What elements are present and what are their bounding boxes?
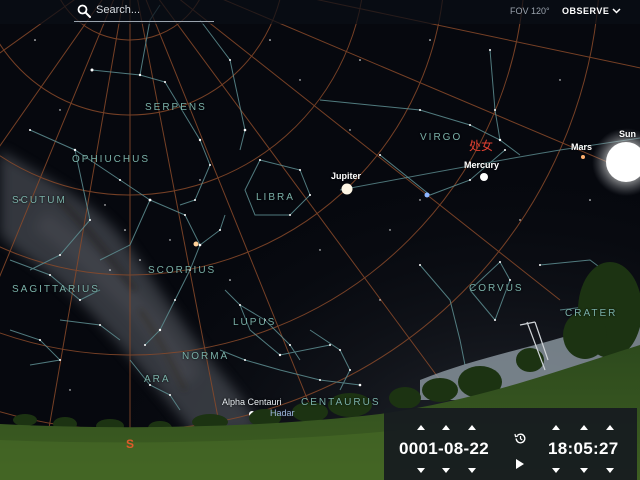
jupiter-marker xyxy=(341,183,353,195)
mercury-marker xyxy=(480,173,488,181)
object-label-sun[interactable]: Sun xyxy=(619,129,636,139)
second-increment-arrow[interactable] xyxy=(606,425,614,430)
constellation-label-virgo-chinese: 处女 xyxy=(469,139,494,153)
clock-icon[interactable] xyxy=(514,432,527,445)
constellation-label-centaurus: CENTAURUS xyxy=(301,397,381,408)
object-label-mercury[interactable]: Mercury xyxy=(464,160,499,170)
search-input[interactable] xyxy=(96,1,214,19)
time-display[interactable]: 18:05:27 xyxy=(548,439,618,459)
month-increment-arrow[interactable] xyxy=(442,425,450,430)
constellation-label-norma: NORMA xyxy=(182,351,230,362)
constellation-label-ara: ARA xyxy=(144,374,171,385)
constellation-label-corvus: CORVUS xyxy=(469,283,524,294)
year-increment-arrow[interactable] xyxy=(417,425,425,430)
observe-button[interactable]: OBSERVE xyxy=(558,2,625,20)
month-decrement-arrow[interactable] xyxy=(442,468,450,473)
compass-south: S xyxy=(126,437,135,451)
observe-label: OBSERVE xyxy=(562,6,610,16)
minute-increment-arrow[interactable] xyxy=(580,425,588,430)
search-icon[interactable] xyxy=(77,4,91,18)
chevron-down-icon xyxy=(612,8,621,14)
constellation-label-serpens: SERPENS xyxy=(145,102,207,113)
constellation-label-scutum: SCUTUM xyxy=(12,195,67,206)
fov-readout: FOV 120° xyxy=(510,6,550,16)
constellation-label-crater: CRATER xyxy=(565,308,618,319)
second-decrement-arrow[interactable] xyxy=(606,468,614,473)
constellation-label-virgo: VIRGO xyxy=(420,132,463,143)
object-label-jupiter[interactable]: Jupiter xyxy=(331,171,361,181)
mars-marker xyxy=(581,155,585,159)
constellation-label-lupus: LUPUS xyxy=(233,317,277,328)
constellation-label-sagittarius: SAGITTARIUS xyxy=(12,284,100,295)
star-label-alpha-centauri[interactable]: Alpha Centauri xyxy=(222,397,282,407)
object-label-mars[interactable]: Mars xyxy=(571,142,592,152)
constellation-label-libra: LIBRA xyxy=(256,192,295,203)
constellation-label-ophiuchus: OPHIUCHUS xyxy=(72,154,151,165)
top-bar: FOV 120° OBSERVE xyxy=(0,0,640,24)
hour-decrement-arrow[interactable] xyxy=(552,468,560,473)
star-label-hadar[interactable]: Hadar xyxy=(270,408,295,418)
virgo-star-marker xyxy=(424,192,430,198)
play-icon[interactable] xyxy=(516,459,524,469)
constellation-label-scorpius: SCORPIUS xyxy=(148,265,217,276)
antares-marker xyxy=(193,241,199,247)
day-decrement-arrow[interactable] xyxy=(468,468,476,473)
time-panel: 0001-08-22 18:05:27 xyxy=(384,408,637,480)
day-increment-arrow[interactable] xyxy=(468,425,476,430)
year-decrement-arrow[interactable] xyxy=(417,468,425,473)
search-box[interactable] xyxy=(74,1,214,22)
date-display[interactable]: 0001-08-22 xyxy=(399,439,489,459)
hour-increment-arrow[interactable] xyxy=(552,425,560,430)
minute-decrement-arrow[interactable] xyxy=(580,468,588,473)
